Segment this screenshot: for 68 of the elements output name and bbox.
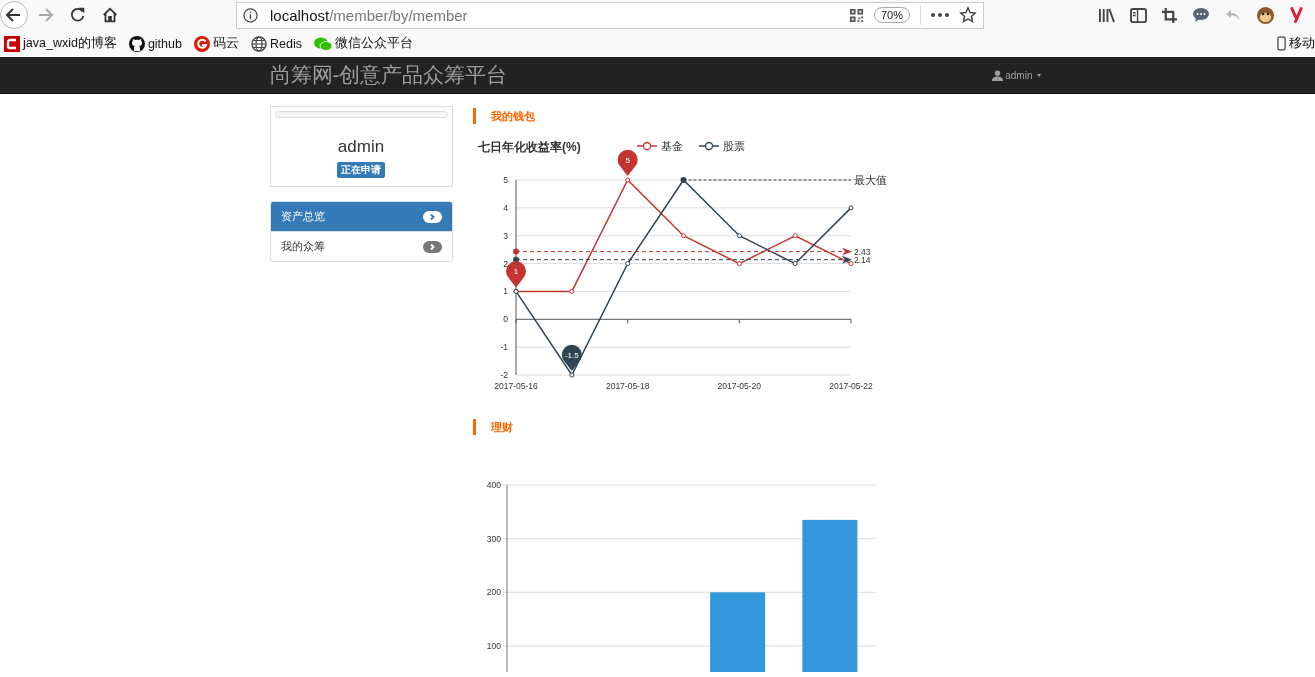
phone-icon [1277,36,1286,51]
g-logo-icon [193,35,210,52]
section-title: 我的钱包 [472,108,1046,124]
chat-bubble-icon[interactable] [1192,7,1210,23]
axis-label: 0 [502,314,508,325]
chevron-icon [422,210,442,223]
menu-item[interactable]: 我的众筹 [270,231,452,261]
axis-label: 100 [486,641,501,651]
sidebar-icon[interactable] [1130,7,1147,23]
cat-logo-icon [128,35,145,52]
info-icon [243,7,258,23]
axis-label: 5 [502,175,508,185]
bookmark[interactable]: 微信公众平台 [313,35,413,52]
qr-code-icon[interactable] [848,7,864,23]
bookmark[interactable]: github [128,35,182,52]
axis-label: 300 [486,533,501,544]
axis-label: 2017-05-18 [605,381,649,391]
user-menu[interactable]: admin [992,69,1041,81]
axis-label: 2 [502,258,508,269]
legend-item[interactable]: 基金 [635,140,683,152]
bookmark[interactable]: Redis [250,35,302,52]
y-logo-icon[interactable] [1290,7,1303,23]
brand-title[interactable]: 尚筹网-创意产品众筹平台 [269,61,508,89]
monkey-icon[interactable] [1256,5,1275,25]
chart-title: 七日年化收益率(%) [477,140,581,154]
data-pin: 5 [617,149,638,176]
reference-label: 2.43 [853,247,871,258]
address-bar[interactable]: localhost/member/by/member 70% [236,1,984,29]
reload-icon [69,6,87,24]
axis-label: -1 [499,342,508,353]
annotation: 1 [513,267,519,277]
bookmark[interactable]: java_wxid的博客 [4,35,117,52]
axis-label: 1 [502,286,508,297]
globe-icon [250,35,267,52]
status-label: 正在申请 [337,162,385,178]
more-icon[interactable] [931,13,949,17]
user-name: admin [337,137,385,157]
axis-label: 4 [502,202,508,213]
url-host: localhost [270,6,330,24]
user-icon [992,69,1004,81]
axis-label: 3 [502,230,508,241]
axis-label: 2017-05-16 [493,381,538,391]
back-button[interactable] [0,1,28,29]
section-title: 理财 [472,419,1046,435]
axis-label: -2 [499,370,508,380]
home-icon [101,6,119,24]
c-logo-icon [4,35,20,52]
axis-label: 200 [486,587,501,598]
library-icon[interactable] [1098,7,1115,23]
legend-item[interactable]: 股票 [697,140,745,152]
chat-bubbles-icon [313,35,332,52]
bookmark[interactable]: 码云 [193,35,239,52]
menu-item[interactable]: 资产总览 [270,202,452,231]
axis-label: 400 [486,480,501,490]
reference-label: 最大值 [853,173,887,186]
reference-label: 2.14 [853,255,871,266]
annotation: -1.5 [564,351,579,360]
axis-label: 2017-05-20 [717,381,761,391]
legend-label: 基金 [660,140,683,152]
axis-label: 2017-05-22 [828,381,873,391]
chevron-icon [422,240,442,253]
annotation: 5 [624,156,630,165]
crop-icon[interactable] [1162,7,1177,23]
url-path: /member/by/member [329,6,468,24]
data-pin: -1.5 [561,344,582,371]
star-icon[interactable] [959,6,977,24]
bookmark[interactable]: 移动 [1277,35,1315,52]
legend-label: 股票 [722,140,745,152]
